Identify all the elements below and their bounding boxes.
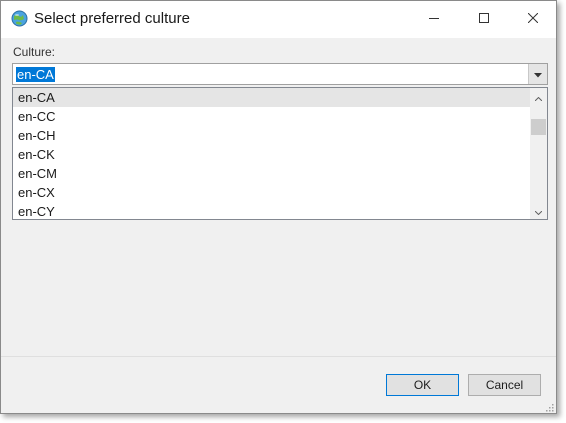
vertical-scrollbar[interactable] xyxy=(530,88,547,219)
minimize-button[interactable] xyxy=(411,1,457,35)
combobox-dropdown-button[interactable] xyxy=(528,64,547,84)
list-item[interactable]: en-CA xyxy=(13,88,531,107)
list-item[interactable]: en-CK xyxy=(13,145,531,164)
culture-label: Culture: xyxy=(13,45,56,59)
ok-button[interactable]: OK xyxy=(386,374,459,396)
list-item[interactable]: en-CY xyxy=(13,202,531,221)
list-item[interactable]: en-CM xyxy=(13,164,531,183)
scroll-down-button[interactable] xyxy=(530,202,547,219)
chevron-down-icon xyxy=(534,204,543,218)
scroll-thumb[interactable] xyxy=(531,119,546,135)
scroll-up-button[interactable] xyxy=(530,88,547,105)
window-title: Select preferred culture xyxy=(34,10,190,27)
list-item[interactable]: en-CX xyxy=(13,183,531,202)
globe-icon xyxy=(11,10,28,27)
title-bar[interactable]: Select preferred culture xyxy=(1,1,556,38)
chevron-up-icon xyxy=(534,90,543,104)
cancel-button[interactable]: Cancel xyxy=(468,374,541,396)
close-icon xyxy=(528,13,538,23)
resize-grip[interactable] xyxy=(544,401,554,412)
close-button[interactable] xyxy=(510,1,556,35)
chevron-down-icon xyxy=(534,67,542,81)
minimize-icon xyxy=(429,13,439,23)
footer-divider xyxy=(1,356,556,357)
maximize-button[interactable] xyxy=(461,1,507,35)
culture-combobox[interactable]: en-CA xyxy=(12,63,548,85)
dialog-window: Select preferred culture Culture: en-CA … xyxy=(0,0,557,414)
list-item[interactable]: en-CH xyxy=(13,126,531,145)
list-item[interactable]: en-CC xyxy=(13,107,531,126)
culture-combobox-value[interactable]: en-CA xyxy=(16,67,55,82)
maximize-icon xyxy=(479,13,489,23)
culture-dropdown-list[interactable]: en-CA en-CC en-CH en-CK en-CM en-CX en-C… xyxy=(12,87,548,220)
